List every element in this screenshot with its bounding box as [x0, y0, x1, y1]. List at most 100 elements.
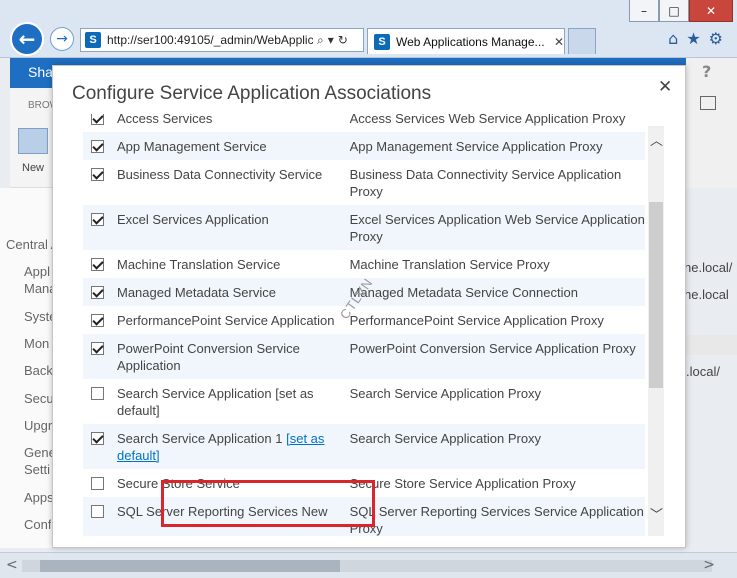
new-button-label[interactable]: New [22, 162, 44, 174]
ribbon-right-area [686, 58, 737, 188]
left-nav-item[interactable]: Secu [24, 391, 54, 406]
tab-title: Web Applications Manage... [396, 34, 545, 49]
service-proxy-name: Access Services Web Service Application … [349, 114, 626, 126]
url-text[interactable]: http://ser100:49105/_admin/WebApplic [107, 33, 313, 47]
service-name-text: Machine Translation Service [117, 257, 281, 272]
association-row: Search Service Application 1 [set as def… [83, 424, 645, 469]
service-proxy-name: Business Data Connectivity Service Appli… [349, 167, 622, 199]
service-name-text: Search Service Application [set as defau… [117, 386, 314, 418]
service-name-text: Excel Services Application [117, 212, 269, 227]
address-bar[interactable]: S http://ser100:49105/_admin/WebApplic ⌕… [80, 28, 364, 52]
left-nav-item[interactable]: Conf [24, 517, 51, 532]
suite-bar-title: Sha [28, 64, 53, 80]
association-checkbox[interactable] [91, 505, 104, 518]
service-proxy-name: PerformancePoint Service Application Pro… [349, 313, 604, 328]
association-checkbox[interactable] [91, 258, 104, 271]
scroll-right-icon[interactable]: > [703, 557, 715, 573]
association-checkbox[interactable] [91, 140, 104, 153]
scroll-up-icon[interactable]: ︿ [650, 130, 663, 149]
left-nav-item[interactable]: Apps [24, 490, 54, 505]
left-nav-item[interactable]: Upgr [24, 418, 52, 433]
association-row: PerformancePoint Service Application Perf… [83, 306, 645, 334]
service-name-text: Access Services [117, 114, 213, 126]
association-checkbox[interactable] [91, 314, 104, 327]
association-row: Business Data Connectivity Service Busine… [83, 160, 645, 205]
service-application-name: Access Services [117, 114, 340, 127]
dropdown-icon[interactable]: ▾ [328, 33, 334, 47]
left-nav-item[interactable]: Setti [24, 462, 50, 477]
left-nav-item[interactable]: Appl [24, 264, 50, 279]
association-checkbox[interactable] [91, 286, 104, 299]
service-application-name: Excel Services Application [117, 211, 340, 228]
sharepoint-tab-icon: S [374, 33, 390, 50]
scroll-down-icon[interactable]: ﹀ [650, 504, 663, 523]
service-proxy-name: Search Service Application Proxy [349, 386, 542, 401]
service-application-name: PerformancePoint Service Application [117, 312, 340, 329]
window-close-button[interactable]: ✕ [689, 0, 733, 22]
tab-close-icon[interactable]: ✕ [554, 35, 564, 49]
back-button[interactable]: ← [10, 22, 44, 56]
associations-rows: Access Services Access Services Web Servi… [83, 114, 645, 536]
highlight-box [161, 480, 375, 527]
scroll-thumb[interactable] [40, 560, 340, 572]
focus-on-content-icon[interactable] [700, 96, 716, 110]
configure-associations-dialog: Configure Service Application Associatio… [52, 65, 686, 548]
background-url-text: he.local [684, 287, 729, 302]
background-row-stripe [686, 335, 737, 355]
service-proxy-name: Managed Metadata Service Connection [349, 285, 578, 300]
service-proxy-name: SQL Server Reporting Services Service Ap… [349, 504, 644, 536]
settings-gear-icon[interactable]: ⚙ [709, 29, 723, 48]
help-icon[interactable]: ? [702, 62, 711, 81]
association-row: Search Service Application [set as defau… [83, 379, 645, 424]
association-checkbox[interactable] [91, 168, 104, 181]
association-checkbox[interactable] [91, 114, 104, 125]
left-nav-item[interactable]: Back [24, 363, 53, 378]
service-proxy-name: Secure Store Service Application Proxy [349, 476, 576, 491]
left-nav-item[interactable]: Mon [24, 336, 49, 351]
service-name-text: Managed Metadata Service [117, 285, 276, 300]
service-name-text: PerformancePoint Service Application [117, 313, 335, 328]
service-proxy-name: Machine Translation Service Proxy [349, 257, 550, 272]
favorites-star-icon[interactable]: ★ [686, 29, 700, 48]
dialog-close-icon[interactable]: ✕ [658, 77, 672, 97]
association-checkbox[interactable] [91, 432, 104, 445]
association-checkbox[interactable] [91, 342, 104, 355]
service-name-text: PowerPoint Conversion Service Applicatio… [117, 341, 300, 373]
search-icon[interactable]: ⌕ [317, 33, 324, 48]
service-proxy-name: Search Service Application Proxy [349, 431, 542, 446]
browser-chrome: – □ ✕ ← → S http://ser100:49105/_admin/W… [0, 0, 737, 58]
minimize-button[interactable]: – [629, 0, 659, 22]
service-proxy-name: App Management Service Application Proxy [349, 139, 603, 154]
association-checkbox[interactable] [91, 213, 104, 226]
new-tab-button[interactable] [568, 28, 596, 54]
association-row: Machine Translation Service Machine Trans… [83, 250, 645, 278]
horizontal-scrollbar[interactable]: < > [0, 552, 737, 578]
dialog-title: Configure Service Application Associatio… [72, 83, 432, 104]
scroll-left-icon[interactable]: < [6, 557, 18, 573]
association-row: Excel Services Application Excel Services… [83, 205, 645, 250]
association-checkbox[interactable] [91, 477, 104, 490]
service-application-name: Managed Metadata Service [117, 284, 340, 301]
association-row: App Management Service App Management Ser… [83, 132, 645, 160]
service-application-name: Machine Translation Service [117, 256, 340, 273]
service-proxy-name: PowerPoint Conversion Service Applicatio… [349, 341, 636, 356]
sharepoint-icon: S [85, 32, 101, 48]
browser-toolbar: ⌂ ★ ⚙ [668, 29, 723, 48]
service-name-text: Business Data Connectivity Service [117, 167, 323, 182]
forward-button[interactable]: → [50, 27, 74, 51]
service-application-name: Business Data Connectivity Service [117, 166, 340, 183]
new-web-app-icon[interactable] [18, 128, 48, 154]
browser-tab[interactable]: S Web Applications Manage... ✕ [367, 28, 565, 54]
associations-list: Access Services Access Services Web Servi… [83, 114, 665, 536]
vertical-scroll-thumb[interactable] [649, 202, 663, 388]
service-proxy-name: Excel Services Application Web Service A… [349, 212, 645, 244]
association-row: Access Services Access Services Web Servi… [83, 114, 645, 132]
service-application-name: Search Service Application 1 [set as def… [117, 430, 340, 464]
window-controls: – □ ✕ [629, 0, 733, 22]
association-checkbox[interactable] [91, 387, 104, 400]
service-application-name: Search Service Application [set as defau… [117, 385, 340, 419]
home-icon[interactable]: ⌂ [668, 29, 678, 48]
refresh-icon[interactable]: ↻ [338, 33, 348, 47]
maximize-button[interactable]: □ [659, 0, 689, 22]
service-application-name: PowerPoint Conversion Service Applicatio… [117, 340, 340, 374]
